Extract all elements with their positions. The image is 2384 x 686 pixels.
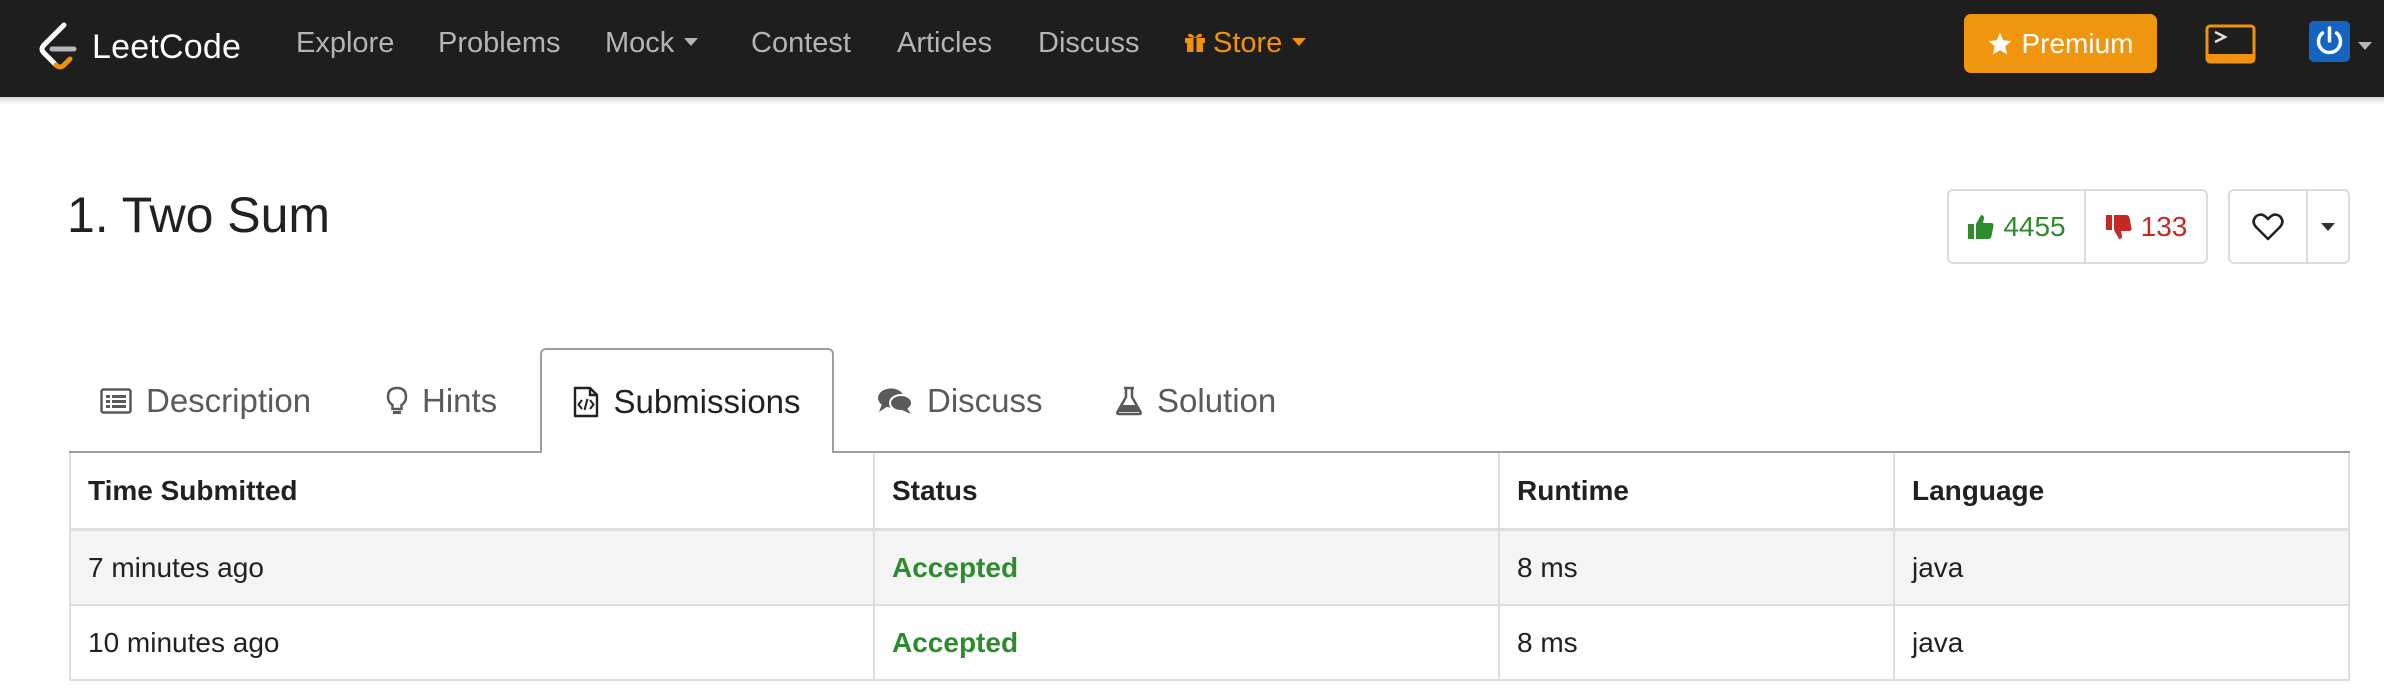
favorite-dropdown-button[interactable]	[2308, 191, 2348, 262]
star-icon	[1989, 32, 2012, 54]
tab-discuss-label: Discuss	[927, 381, 1043, 419]
column-header-language[interactable]: Language	[1895, 453, 2350, 528]
logo-text: LeetCode	[92, 27, 242, 66]
dislike-count: 133	[2140, 210, 2188, 242]
console-icon[interactable]	[2205, 24, 2256, 64]
tab-submissions[interactable]: Submissions	[540, 348, 834, 453]
leetcode-logo[interactable]: LeetCode	[34, 14, 241, 80]
nav-problems[interactable]: Problems	[438, 0, 561, 87]
page-title: 1. Two Sum	[67, 187, 331, 243]
tab-solution-label: Solution	[1157, 381, 1277, 419]
time-cell: 7 minutes ago	[69, 531, 875, 604]
table-header-row: Time Submitted Status Runtime Language	[69, 453, 2350, 531]
like-button[interactable]: 4455	[1949, 191, 2086, 262]
status-cell: Accepted	[875, 606, 1500, 679]
chevron-down-icon	[2321, 222, 2335, 231]
top-navbar: LeetCode Explore Problems Mock Contest A…	[0, 0, 2384, 97]
nav-articles[interactable]: Articles	[897, 0, 992, 87]
language-cell: java	[1895, 531, 2350, 604]
tab-description[interactable]: Description	[100, 349, 311, 452]
language-cell: java	[1895, 606, 2350, 679]
tab-hints-label: Hints	[422, 381, 498, 419]
table-row[interactable]: 10 minutes ago Accepted 8 ms java	[69, 606, 2350, 681]
chevron-down-icon[interactable]	[2358, 42, 2372, 50]
nav-mock-label: Mock	[605, 27, 675, 59]
nav-store[interactable]: Store	[1183, 0, 1307, 87]
like-count: 4455	[2003, 210, 2066, 242]
table-row[interactable]: 7 minutes ago Accepted 8 ms java	[69, 531, 2350, 606]
status-link[interactable]: Accepted	[892, 627, 1018, 659]
heart-icon	[2252, 212, 2284, 240]
tab-submissions-label: Submissions	[613, 382, 801, 420]
vote-group: 4455 133	[1947, 189, 2208, 264]
time-cell: 10 minutes ago	[69, 606, 875, 679]
tab-solution[interactable]: Solution	[1115, 349, 1276, 452]
favorite-button[interactable]	[2230, 191, 2308, 262]
tab-hints[interactable]: Hints	[386, 349, 497, 452]
column-header-time[interactable]: Time Submitted	[69, 453, 875, 528]
premium-label: Premium	[2021, 27, 2134, 59]
chevron-down-icon	[684, 38, 699, 47]
dislike-button[interactable]: 133	[2086, 191, 2206, 262]
comments-icon	[878, 388, 913, 414]
tab-discuss[interactable]: Discuss	[877, 349, 1043, 452]
chevron-down-icon	[1292, 38, 1307, 47]
status-cell: Accepted	[875, 531, 1500, 604]
nav-discuss[interactable]: Discuss	[1038, 0, 1140, 87]
column-header-runtime[interactable]: Runtime	[1500, 453, 1895, 528]
nav-explore[interactable]: Explore	[296, 0, 394, 87]
lightbulb-icon	[386, 386, 408, 414]
runtime-cell: 8 ms	[1500, 606, 1895, 679]
premium-button[interactable]: Premium	[1964, 14, 2157, 73]
navbar-shadow	[0, 97, 2384, 105]
thumbs-up-icon	[1968, 214, 1994, 239]
tab-description-label: Description	[146, 381, 312, 419]
favorite-group	[2228, 189, 2350, 264]
flask-icon	[1115, 386, 1143, 415]
power-icon[interactable]	[2309, 21, 2350, 62]
list-icon	[100, 387, 132, 414]
thumbs-down-icon	[2105, 214, 2132, 239]
submissions-table: Time Submitted Status Runtime Language 7…	[69, 453, 2350, 681]
nav-contest[interactable]: Contest	[751, 0, 851, 87]
gift-icon	[1183, 29, 1207, 53]
runtime-cell: 8 ms	[1500, 531, 1895, 604]
leetcode-logo-icon	[34, 21, 82, 73]
column-header-status[interactable]: Status	[875, 453, 1500, 528]
code-file-icon	[574, 386, 599, 417]
nav-mock[interactable]: Mock	[605, 0, 699, 87]
nav-store-label: Store	[1213, 27, 1283, 59]
status-link[interactable]: Accepted	[892, 552, 1018, 584]
